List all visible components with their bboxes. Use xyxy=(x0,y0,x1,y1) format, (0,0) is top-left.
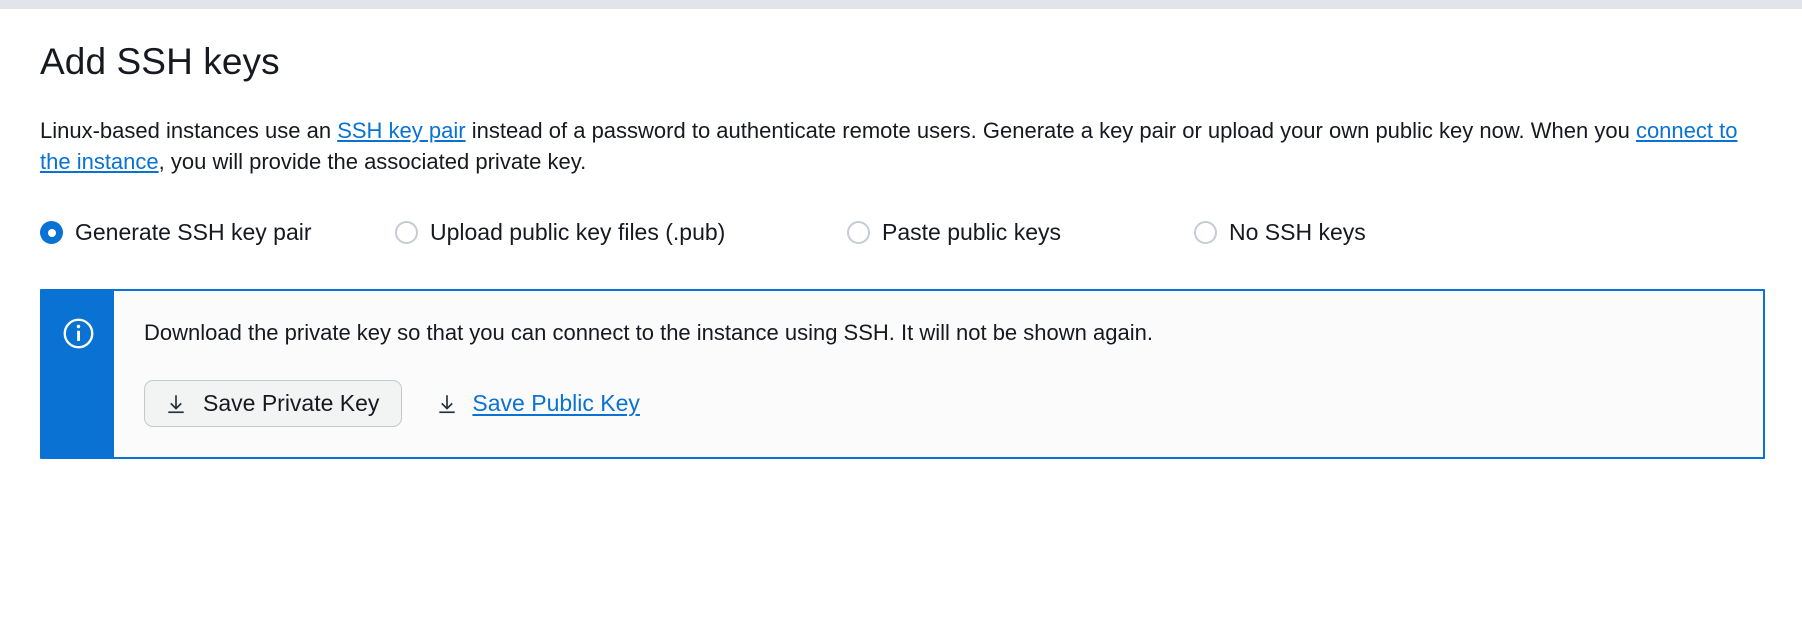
radio-label-paste-public-keys: Paste public keys xyxy=(882,219,1061,246)
save-public-key-label: Save Public Key xyxy=(472,390,640,417)
radio-selected-icon[interactable] xyxy=(40,221,63,245)
download-arrow-icon xyxy=(168,394,184,413)
radio-label-generate-ssh-key-pair: Generate SSH key pair xyxy=(75,219,312,246)
radio-unselected-icon[interactable] xyxy=(395,221,418,245)
save-public-key-link[interactable]: Save Public Key xyxy=(436,390,640,417)
page-container: Add SSH keys Linux-based instances use a… xyxy=(0,9,1802,460)
alert-content: Download the private key so that you can… xyxy=(114,291,1763,457)
alert-icon-bar xyxy=(42,291,114,458)
radio-option-paste-public-keys[interactable]: Paste public keys xyxy=(847,219,1194,246)
save-private-key-button[interactable]: Save Private Key xyxy=(144,380,403,428)
radio-label-no-ssh-keys: No SSH keys xyxy=(1229,219,1366,246)
ssh-key-pair-link[interactable]: SSH key pair xyxy=(337,118,465,143)
info-circle-icon xyxy=(63,319,93,349)
download-arrow-icon xyxy=(439,394,456,413)
intro-text-part2: instead of a password to authenticate re… xyxy=(465,118,1636,143)
intro-paragraph: Linux-based instances use an SSH key pai… xyxy=(40,83,1762,177)
radio-option-generate-ssh-key-pair[interactable]: Generate SSH key pair xyxy=(40,219,395,246)
radio-option-upload-public-key-files[interactable]: Upload public key files (.pub) xyxy=(395,219,847,246)
radio-unselected-icon[interactable] xyxy=(1194,221,1217,245)
radio-unselected-icon[interactable] xyxy=(847,221,870,245)
intro-text-part3: , you will provide the associated privat… xyxy=(158,149,587,175)
intro-text-part1: Linux-based instances use an xyxy=(40,118,338,143)
radio-option-no-ssh-keys[interactable]: No SSH keys xyxy=(1194,219,1366,246)
ssh-key-option-radio-group: Generate SSH key pair Upload public key … xyxy=(40,177,1762,246)
page-title: Add SSH keys xyxy=(40,41,280,82)
info-alert: Download the private key so that you can… xyxy=(40,289,1765,460)
alert-action-row: Save Private Key Save Public Key xyxy=(144,380,1763,428)
radio-label-upload-public-key-files: Upload public key files (.pub) xyxy=(430,219,726,246)
save-private-key-label: Save Private Key xyxy=(203,390,380,417)
window-top-strip xyxy=(0,0,1802,9)
alert-message: Download the private key so that you can… xyxy=(144,320,1153,346)
